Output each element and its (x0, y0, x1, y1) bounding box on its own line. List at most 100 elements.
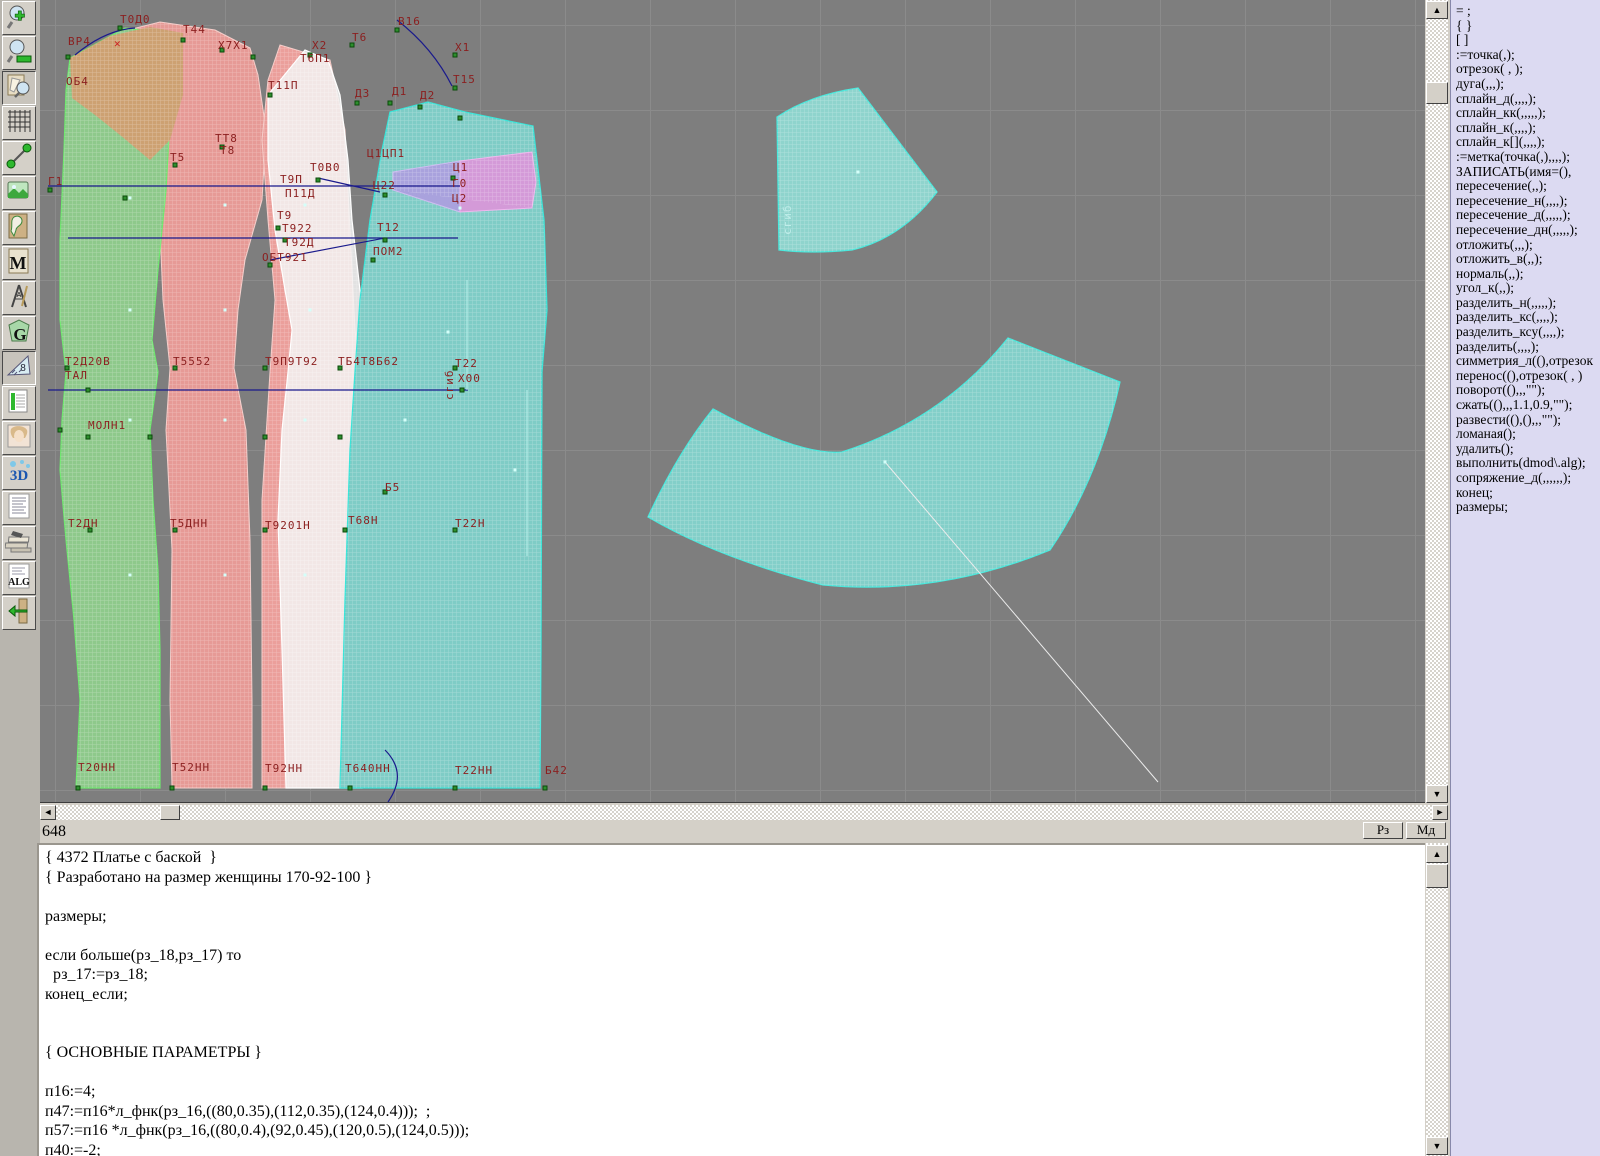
code-line: конец_если; (45, 985, 1425, 1005)
command-item[interactable]: сплайн_к[](,,,,); (1456, 135, 1600, 150)
canvas-hscrollbar[interactable] (40, 805, 1448, 820)
books-icon (5, 527, 33, 560)
svg-text:ALG: ALG (8, 577, 30, 588)
command-item[interactable]: сплайн_к(,,,,); (1456, 121, 1600, 136)
command-item[interactable]: [ ] (1456, 33, 1600, 48)
code-line: { Разработано на размер женщины 170-92-1… (45, 868, 1425, 888)
command-item[interactable]: нормаль(,,); (1456, 267, 1600, 282)
command-item[interactable]: удалить(); (1456, 442, 1600, 457)
editor-scroll-up-icon[interactable]: ▲ (1426, 845, 1448, 863)
drawing-canvas[interactable]: ВР4✕Т0Д0Т44Х7Х1ОБ4Х2Т6П1Т6В16Х1Т15Т11ПД3… (40, 0, 1425, 803)
table-icon (5, 387, 33, 420)
3d-icon: 3D (5, 457, 33, 490)
command-item[interactable]: разделить_н(,,,,,); (1456, 296, 1600, 311)
code-line: п57:=п16 *л_фнк(рз_16,((80,0.4),(92,0.45… (45, 1121, 1425, 1141)
svg-text:A: A (17, 292, 22, 299)
command-item[interactable]: развести((),(),,,""); (1456, 413, 1600, 428)
magnifier-minus-icon (5, 37, 33, 70)
command-item[interactable]: поворот((),,,""); (1456, 383, 1600, 398)
command-item[interactable]: отложить(,,,); (1456, 238, 1600, 253)
command-item[interactable]: разделить(,,,,); (1456, 340, 1600, 355)
graphics-button[interactable]: G (2, 316, 36, 350)
canvas-vscroll-thumb[interactable] (1426, 82, 1448, 104)
command-item[interactable]: перенос((),отрезок( , ) (1456, 369, 1600, 384)
command-item[interactable]: выполнить(dmod\.alg); (1456, 456, 1600, 471)
view-3d-button[interactable]: 3D (2, 456, 36, 490)
command-item[interactable]: пересечение(,,); (1456, 179, 1600, 194)
sheet-magnifier-icon (5, 72, 33, 105)
code-line: размеры; (45, 907, 1425, 927)
command-item[interactable]: размеры; (1456, 500, 1600, 515)
command-item[interactable]: :=метка(точка(,),,,,); (1456, 150, 1600, 165)
pattern-piece-facing-fan[interactable] (777, 88, 937, 252)
command-item[interactable]: отрезок( , ); (1456, 62, 1600, 77)
command-item[interactable]: сплайн_д(,,,,); (1456, 92, 1600, 107)
table-button[interactable] (2, 386, 36, 420)
pattern-icon (5, 212, 33, 245)
cad-application-window: M A G 8 3D ALG (0, 0, 1600, 1156)
left-toolbar: M A G 8 3D ALG (0, 0, 40, 1156)
canvas-hscroll-thumb[interactable] (160, 805, 180, 820)
canvas-scroll-down-icon[interactable]: ▼ (1426, 785, 1448, 803)
grid-button[interactable] (2, 106, 36, 140)
code-line: п47:=п16*л_фнк(рз_16,((80,0.35),(112,0.3… (45, 1102, 1425, 1122)
compass-icon: A (5, 282, 33, 315)
segment-icon (5, 142, 33, 175)
rz-button[interactable]: Рз (1363, 822, 1403, 839)
zoom-out-button[interactable] (2, 36, 36, 70)
pattern-piece-button[interactable] (2, 211, 36, 245)
svg-text:3D: 3D (10, 468, 29, 484)
svg-text:8: 8 (20, 363, 26, 374)
model-photo-button[interactable] (2, 421, 36, 455)
editor-scroll-down-icon[interactable]: ▼ (1426, 1137, 1448, 1155)
library-button[interactable] (2, 526, 36, 560)
code-line (45, 887, 1425, 907)
view-fragment-button[interactable] (2, 71, 36, 105)
zoom-in-button[interactable] (2, 1, 36, 35)
drafting-button[interactable]: A (2, 281, 36, 315)
command-item[interactable]: дуга(,,,); (1456, 77, 1600, 92)
code-line: { 4372 Платье с баской } (45, 848, 1425, 868)
image-button[interactable] (2, 176, 36, 210)
editor-vscroll-thumb[interactable] (1426, 864, 1448, 888)
measurements-button[interactable]: M (2, 246, 36, 280)
magnifier-plus-icon (5, 2, 33, 35)
code-line: п16:=4; (45, 1082, 1425, 1102)
command-item[interactable]: ЗАПИСАТЬ(имя=(), (1456, 165, 1600, 180)
md-button[interactable]: Мд (1406, 822, 1446, 839)
command-item[interactable]: пересечение_н(,,,,); (1456, 194, 1600, 209)
command-item[interactable]: конец; (1456, 486, 1600, 501)
command-item[interactable]: { } (1456, 19, 1600, 34)
command-item[interactable]: ломаная(); (1456, 427, 1600, 442)
segment-button[interactable] (2, 141, 36, 175)
code-line (45, 1063, 1425, 1083)
command-item[interactable]: симметрия_л((),отрезок (1456, 354, 1600, 369)
command-item[interactable]: разделить_кс(,,,,); (1456, 310, 1600, 325)
exit-button[interactable] (2, 596, 36, 630)
command-item[interactable]: сжать((),,,1.1,0.9,""); (1456, 398, 1600, 413)
canvas-scroll-up-icon[interactable]: ▲ (1426, 1, 1448, 19)
grid-icon (5, 107, 33, 140)
command-item[interactable]: разделить_ксу(,,,,); (1456, 325, 1600, 340)
svg-text:G: G (13, 325, 26, 344)
command-item[interactable]: отложить_в(,,); (1456, 252, 1600, 267)
canvas-vscrollbar[interactable] (1426, 0, 1448, 802)
text-list-button[interactable] (2, 491, 36, 525)
image-icon (5, 177, 33, 210)
code-line: рз_17:=рз_18; (45, 965, 1425, 985)
canvas-scroll-left-icon[interactable]: ◄ (40, 805, 56, 820)
algorithm-button[interactable]: ALG (2, 561, 36, 595)
code-line (45, 1024, 1425, 1044)
command-item[interactable]: сопряжение_д(,,,,,,); (1456, 471, 1600, 486)
command-item[interactable]: сплайн_кк(,,,,,); (1456, 106, 1600, 121)
algorithm-editor[interactable]: { 4372 Платье с баской }{ Разработано на… (37, 843, 1425, 1156)
command-item[interactable]: угол_к(,,); (1456, 281, 1600, 296)
editor-vscrollbar[interactable] (1426, 843, 1448, 1156)
letter-m-icon: M (5, 247, 33, 280)
command-item[interactable]: :=точка(,); (1456, 48, 1600, 63)
command-item[interactable]: = ; (1456, 4, 1600, 19)
canvas-scroll-right-icon[interactable]: ► (1432, 805, 1448, 820)
command-item[interactable]: пересечение_д(,,,,,); (1456, 208, 1600, 223)
ruler-button[interactable]: 8 (2, 351, 36, 385)
command-item[interactable]: пересечение_дн(,,,,,); (1456, 223, 1600, 238)
